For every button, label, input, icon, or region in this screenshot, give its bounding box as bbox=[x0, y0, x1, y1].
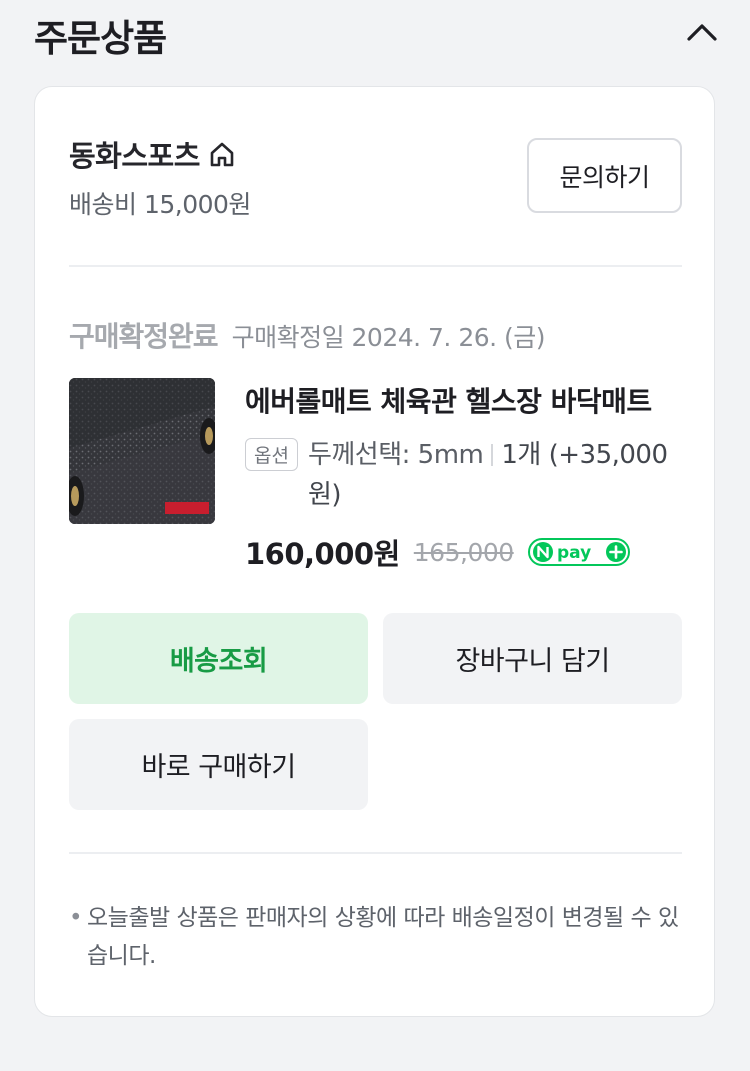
option-badge: 옵션 bbox=[245, 438, 298, 471]
store-name-link[interactable]: 동화스포츠 bbox=[69, 133, 238, 175]
home-icon bbox=[206, 138, 238, 170]
section-header: 주문상품 bbox=[0, 0, 750, 66]
bullet-icon: • bbox=[69, 905, 83, 931]
product-name[interactable]: 에버롤매트 체육관 헬스장 바닥매트 bbox=[245, 380, 675, 420]
order-status-row: 구매확정완료 구매확정일 2024. 7. 26. (금) bbox=[69, 315, 546, 355]
track-delivery-button[interactable]: 배송조회 bbox=[69, 613, 368, 704]
shipping-fee: 배송비 15,000원 bbox=[69, 190, 251, 219]
chevron-up-icon bbox=[687, 24, 717, 41]
divider bbox=[69, 852, 682, 854]
order-card: 동화스포츠 배송비 15,000원 문의하기 구매확정완료 구매확정일 2024… bbox=[34, 86, 715, 1017]
order-status: 구매확정완료 bbox=[69, 320, 219, 353]
shipping-notice: • 오늘출발 상품은 판매자의 상황에 따라 배송일정이 변경될 수 있습니다. bbox=[69, 899, 689, 975]
divider bbox=[69, 265, 682, 267]
add-to-cart-button[interactable]: 장바구니 담기 bbox=[383, 613, 682, 704]
option-value: 두께선택: 5mm bbox=[307, 440, 484, 470]
store-name: 동화스포츠 bbox=[69, 139, 200, 173]
option-text: 두께선택: 5mm 1개 (+35,000원) bbox=[308, 435, 685, 515]
inquiry-button[interactable]: 문의하기 bbox=[527, 138, 682, 213]
npay-label: pay bbox=[557, 543, 591, 563]
price-row: 160,000원 165,000 pay bbox=[245, 531, 630, 573]
option-separator bbox=[491, 444, 494, 466]
notice-text: 오늘출발 상품은 판매자의 상황에 따라 배송일정이 변경될 수 있습니다. bbox=[87, 905, 679, 969]
sale-price: 160,000원 bbox=[245, 537, 400, 571]
product-thumbnail[interactable] bbox=[69, 378, 215, 524]
npay-plus-icon: pay bbox=[527, 538, 630, 566]
order-items-page: 주문상품 동화스포츠 배송비 15,000원 문의하기 구매확정완료 구매확정일… bbox=[0, 0, 750, 1071]
product-option: 옵션 두께선택: 5mm 1개 (+35,000원) bbox=[245, 435, 685, 515]
original-price: 165,000 bbox=[413, 537, 514, 567]
section-title: 주문상품 bbox=[34, 17, 167, 60]
collapse-button[interactable] bbox=[680, 12, 724, 52]
confirm-date: 구매확정일 2024. 7. 26. (금) bbox=[231, 323, 546, 352]
buy-now-button[interactable]: 바로 구매하기 bbox=[69, 719, 368, 810]
